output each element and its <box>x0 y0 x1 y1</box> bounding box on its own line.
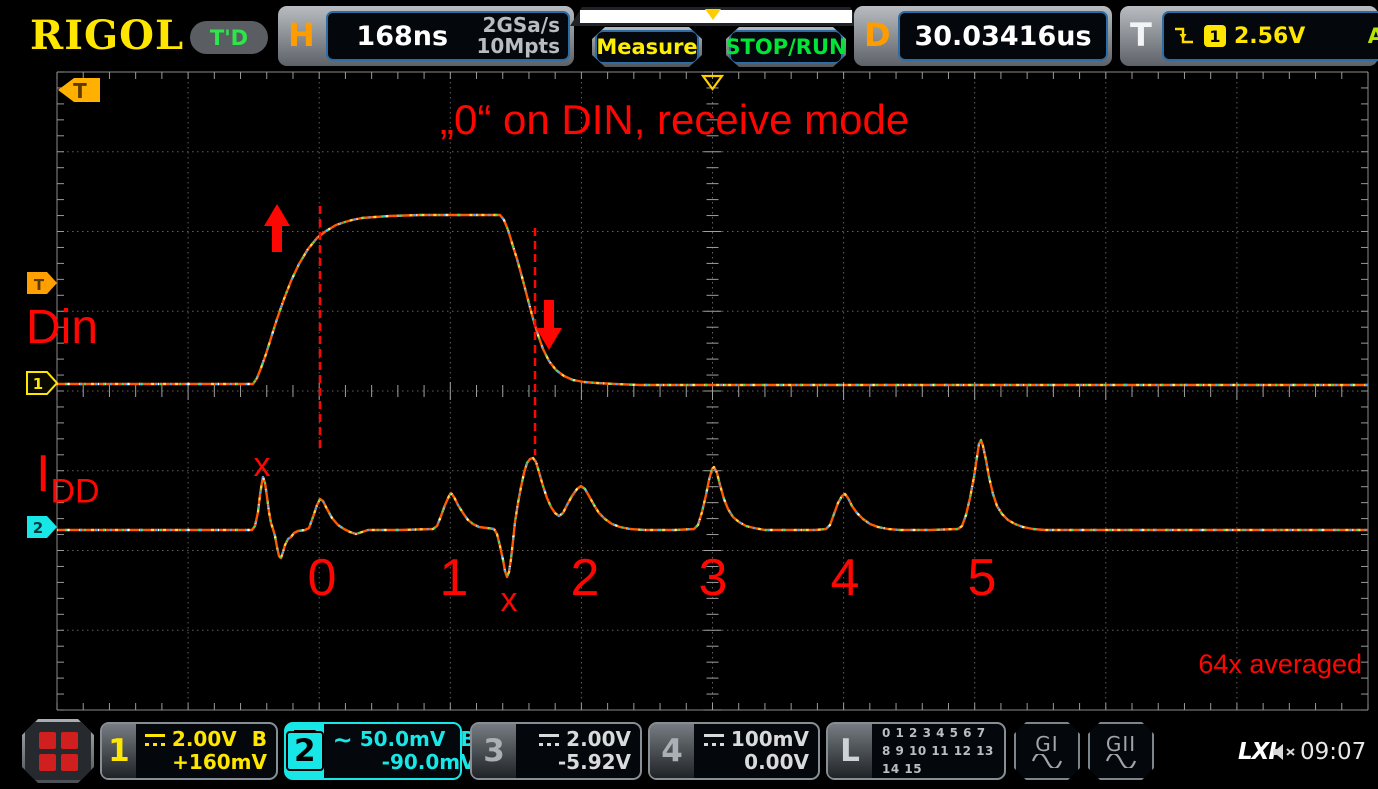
annotation-din-label: Din <box>26 301 99 354</box>
svg-text:T: T <box>73 79 87 103</box>
annotation-title: „0“ on DIN, receive mode <box>440 96 910 143</box>
graticule <box>56 71 1369 711</box>
annotation-bit-3: 3 <box>698 549 728 607</box>
annotation-bit-4: 4 <box>830 549 860 607</box>
trigger-level-marker[interactable]: T <box>27 272 57 294</box>
oscilloscope-screen: RIGOL T'D H 168ns 2GSa/s 10Mpts Measure … <box>0 0 1378 789</box>
svg-text:1: 1 <box>33 375 43 393</box>
annotation-bit-0: 0 <box>307 549 337 607</box>
channel1-ground-marker[interactable]: 1 <box>26 371 59 395</box>
annotation-idd-label: IDD <box>36 445 100 511</box>
svg-text:T: T <box>34 276 45 294</box>
annotation-x-mark-2: x <box>501 581 518 619</box>
annotation-averaged-label: 64x averaged <box>1198 649 1362 679</box>
annotation-up-arrow-icon <box>264 204 290 252</box>
annotation-bit-5: 5 <box>967 549 997 607</box>
trigger-position-offscreen-marker[interactable]: T <box>58 78 100 103</box>
annotation-bit-2: 2 <box>570 549 600 607</box>
channel2-ground-marker[interactable]: 2 <box>27 516 57 538</box>
annotation-bit-1: 1 <box>439 549 469 607</box>
svg-text:2: 2 <box>33 519 43 537</box>
annotation-x-mark-1: x <box>254 446 271 484</box>
